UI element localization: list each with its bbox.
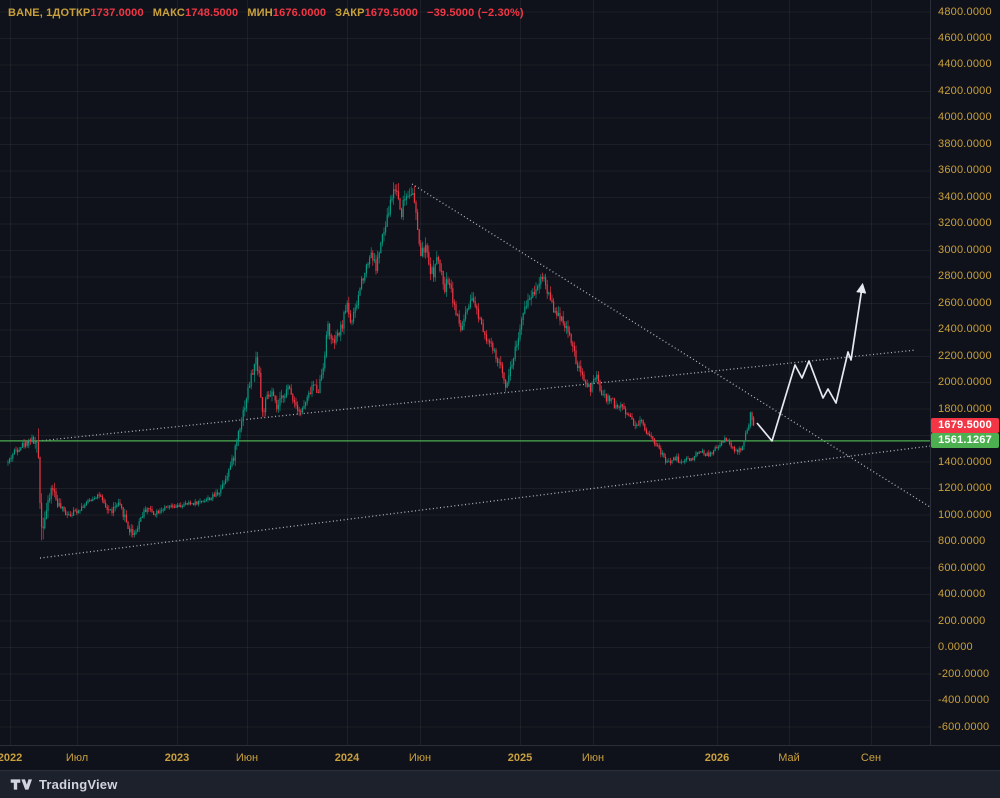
price-axis-label: 4000.0000 xyxy=(938,111,992,124)
close-value: 1679.5000 xyxy=(364,7,419,19)
open-label: ОТКР xyxy=(60,7,91,19)
price-axis-label: 600.0000 xyxy=(938,561,986,574)
time-axis-label: 2024 xyxy=(334,752,360,764)
price-axis-label: 2600.0000 xyxy=(938,296,992,309)
tradingview-brand[interactable]: TradingView xyxy=(39,777,118,792)
high-label: МАКС xyxy=(152,7,185,19)
price-axis-label: -400.0000 xyxy=(938,694,990,707)
time-axis-label: 2025 xyxy=(507,752,533,764)
price-axis-label: 1400.0000 xyxy=(938,455,992,468)
low-label: МИН xyxy=(247,7,273,19)
price-axis-label: 3600.0000 xyxy=(938,164,992,177)
price-axis-label: 4200.0000 xyxy=(938,84,992,97)
time-axis-label: Май xyxy=(778,752,800,764)
price-axis-label: 2000.0000 xyxy=(938,376,992,389)
price-axis-label: 0.0000 xyxy=(938,641,973,654)
time-axis-label: Июн xyxy=(408,752,432,764)
time-axis-label: Июн xyxy=(581,752,605,764)
price-axis-label: 2200.0000 xyxy=(938,349,992,362)
last-price-badge: 1679.5000 xyxy=(931,417,999,433)
price-axis-label: -600.0000 xyxy=(938,720,990,733)
time-axis-label: 2022 xyxy=(0,752,23,764)
price-axis-label: 3800.0000 xyxy=(938,137,992,150)
change-value: −39.5000 (−2.30%) xyxy=(427,7,524,19)
price-axis[interactable]: 4800.0000 4600.0000 4400.0000 4200.0000 4000… xyxy=(930,0,1000,745)
time-axis-label: 2023 xyxy=(164,752,190,764)
price-axis-label: 2800.0000 xyxy=(938,270,992,283)
time-axis-label: 2026 xyxy=(704,752,730,764)
low-value: 1676.0000 xyxy=(272,7,327,19)
price-axis-label: 1000.0000 xyxy=(938,508,992,521)
high-value: 1748.5000 xyxy=(184,7,239,19)
price-axis-label: 3000.0000 xyxy=(938,243,992,256)
price-axis-label: 800.0000 xyxy=(938,535,986,548)
tradingview-logo-icon[interactable] xyxy=(10,777,32,792)
price-axis-label: 200.0000 xyxy=(938,614,986,627)
horizontal-line-price-badge: 1561.1267 xyxy=(931,433,999,449)
price-axis-label: 3400.0000 xyxy=(938,190,992,203)
symbol-name[interactable]: BANE, 1Д xyxy=(8,7,60,19)
time-axis-label: Июл xyxy=(65,752,89,764)
price-axis-label: 1800.0000 xyxy=(938,402,992,415)
price-axis-label: 2400.0000 xyxy=(938,323,992,336)
time-axis[interactable]: 2022 Июл 2023 Июн 2024 Июн 2025 Июн 2026 Май Сен xyxy=(0,745,1000,771)
price-axis-label: 1200.0000 xyxy=(938,482,992,495)
open-value: 1737.0000 xyxy=(90,7,144,19)
price-axis-label: 400.0000 xyxy=(938,588,986,601)
price-chart-canvas[interactable] xyxy=(0,0,930,745)
price-axis-label: 4400.0000 xyxy=(938,58,992,71)
time-axis-label: Сен xyxy=(860,752,882,764)
price-axis-label: 3200.0000 xyxy=(938,217,992,230)
price-axis-label: -200.0000 xyxy=(938,667,990,680)
price-axis-label: 4800.0000 xyxy=(938,5,992,18)
symbol-legend[interactable]: BANE, 1Д ОТКР 1737.0000 МАКС 1748.5000 М… xyxy=(8,6,533,20)
price-axis-label: 4600.0000 xyxy=(938,31,992,44)
time-axis-label: Июн xyxy=(235,752,259,764)
chart-window: BANE, 1Д ОТКР 1737.0000 МАКС 1748.5000 М… xyxy=(0,0,1000,798)
close-label: ЗАКР xyxy=(335,7,365,19)
footer-bar: TradingView xyxy=(0,770,1000,798)
